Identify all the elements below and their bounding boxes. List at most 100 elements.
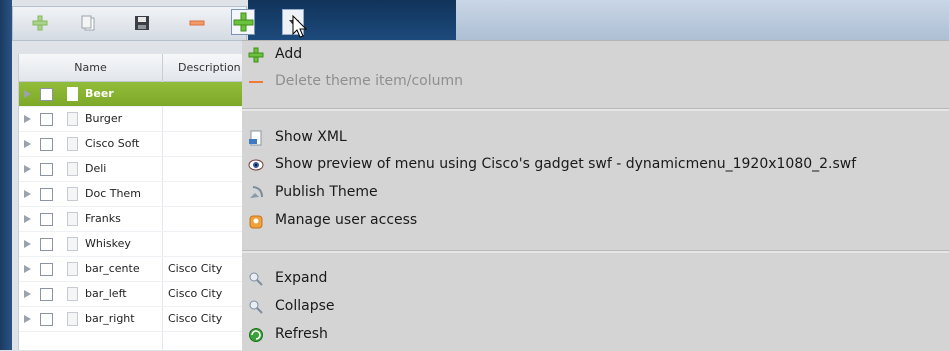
tree-row[interactable]: Doc Them bbox=[19, 182, 251, 207]
menu-item-label: Add bbox=[275, 46, 303, 62]
expand-arrow-icon[interactable] bbox=[24, 140, 31, 148]
window-frame bbox=[0, 0, 12, 350]
tree-row[interactable]: Deli bbox=[19, 157, 251, 182]
tree-row[interactable]: Beer bbox=[19, 82, 251, 107]
save-button[interactable] bbox=[133, 14, 151, 32]
row-name: Burger bbox=[85, 112, 123, 125]
menu-item-delete: Delete theme item/column bbox=[242, 68, 949, 94]
expand-arrow-icon[interactable] bbox=[24, 190, 31, 198]
menu-item-publish[interactable]: Publish Theme bbox=[242, 179, 949, 205]
menu-item-add[interactable]: Add bbox=[242, 41, 949, 67]
menu-item-label: Manage user access bbox=[275, 212, 418, 228]
menu-separator bbox=[242, 108, 949, 111]
mouse-cursor-icon bbox=[292, 15, 308, 38]
document-icon bbox=[67, 87, 78, 101]
menu-item-expand[interactable]: Expand bbox=[242, 265, 949, 291]
menu-item-manage-access[interactable]: Manage user access bbox=[242, 207, 949, 233]
document-icon bbox=[67, 187, 78, 201]
add-icon bbox=[248, 47, 264, 63]
add-dropdown-menu: Add Delete theme item/column Show XML Sh… bbox=[242, 40, 949, 351]
document-icon bbox=[67, 162, 78, 176]
grid-header: Name Description bbox=[19, 54, 251, 82]
menu-separator bbox=[242, 250, 949, 253]
expand-arrow-icon[interactable] bbox=[24, 240, 31, 248]
copy-icon bbox=[81, 15, 95, 31]
menu-item-label: Collapse bbox=[275, 298, 335, 314]
row-checkbox[interactable] bbox=[40, 113, 53, 126]
row-description: Cisco City bbox=[168, 287, 223, 300]
document-icon bbox=[67, 287, 78, 301]
document-icon bbox=[67, 212, 78, 226]
zoom-out-icon bbox=[249, 300, 263, 314]
row-checkbox[interactable] bbox=[40, 238, 53, 251]
row-name: bar_cente bbox=[85, 262, 140, 275]
tree-row[interactable]: Burger bbox=[19, 107, 251, 132]
menu-item-show-preview[interactable]: Show preview of menu using Cisco's gadge… bbox=[242, 151, 949, 177]
row-name: bar_right bbox=[85, 312, 135, 325]
row-checkbox[interactable] bbox=[40, 288, 53, 301]
row-name: bar_left bbox=[85, 287, 127, 300]
column-header-name[interactable]: Name bbox=[19, 54, 163, 81]
add-icon bbox=[233, 12, 254, 32]
expand-arrow-icon[interactable] bbox=[24, 115, 31, 123]
menu-item-label: Show XML bbox=[275, 129, 347, 145]
satellite-dish-icon bbox=[250, 186, 263, 198]
toolbar bbox=[12, 6, 247, 41]
copy-button[interactable] bbox=[79, 14, 97, 32]
delete-button[interactable] bbox=[188, 14, 206, 32]
expand-arrow-icon[interactable] bbox=[24, 165, 31, 173]
row-name: Doc Them bbox=[85, 187, 141, 200]
row-description: Cisco City bbox=[168, 312, 223, 325]
menu-item-label: Publish Theme bbox=[275, 184, 378, 200]
tree-row[interactable]: bar_left Cisco City bbox=[19, 282, 251, 307]
document-icon bbox=[67, 237, 78, 251]
user-lock-icon bbox=[249, 215, 263, 229]
expand-arrow-icon[interactable] bbox=[24, 265, 31, 273]
document-icon bbox=[67, 112, 78, 126]
expand-arrow-icon[interactable] bbox=[24, 315, 31, 323]
row-checkbox[interactable] bbox=[40, 263, 53, 276]
tree-row[interactable]: Franks bbox=[19, 207, 251, 232]
menu-item-label: Show preview of menu using Cisco's gadge… bbox=[275, 156, 857, 172]
menu-item-refresh[interactable]: Refresh bbox=[242, 321, 949, 347]
zoom-in-icon bbox=[249, 272, 263, 286]
document-icon bbox=[67, 137, 78, 151]
tree-row[interactable]: bar_right Cisco City bbox=[19, 307, 251, 332]
refresh-icon bbox=[249, 328, 263, 342]
row-name: Whiskey bbox=[85, 237, 131, 250]
add-icon bbox=[32, 15, 48, 31]
menu-item-label: Refresh bbox=[275, 326, 328, 342]
row-checkbox[interactable] bbox=[40, 213, 53, 226]
menu-item-label: Expand bbox=[275, 270, 328, 286]
theme-tree-grid: Name Description Beer Burger Cisco Soft … bbox=[18, 54, 251, 350]
tree-row[interactable]: Whiskey bbox=[19, 232, 251, 257]
row-description: Cisco City bbox=[168, 262, 223, 275]
expand-arrow-icon[interactable] bbox=[24, 290, 31, 298]
save-icon bbox=[135, 16, 149, 30]
eye-icon bbox=[248, 159, 264, 171]
expand-arrow-icon[interactable] bbox=[24, 215, 31, 223]
window-backdrop-right bbox=[456, 0, 949, 40]
menu-item-label: Delete theme item/column bbox=[275, 73, 464, 89]
row-checkbox[interactable] bbox=[40, 188, 53, 201]
menu-item-show-xml[interactable]: Show XML bbox=[242, 124, 949, 150]
document-icon bbox=[67, 312, 78, 326]
row-name: Deli bbox=[85, 162, 107, 175]
expand-arrow-icon[interactable] bbox=[24, 90, 31, 98]
tree-row[interactable]: Cisco Soft bbox=[19, 132, 251, 157]
row-checkbox[interactable] bbox=[40, 163, 53, 176]
add-split-button[interactable] bbox=[231, 9, 255, 35]
xml-document-icon bbox=[249, 130, 262, 146]
row-checkbox[interactable] bbox=[40, 138, 53, 151]
row-name: Franks bbox=[85, 212, 121, 225]
row-checkbox[interactable] bbox=[40, 88, 53, 101]
row-name: Cisco Soft bbox=[85, 137, 140, 150]
menu-item-collapse[interactable]: Collapse bbox=[242, 293, 949, 319]
document-icon bbox=[67, 262, 78, 276]
delete-icon bbox=[189, 20, 205, 26]
tree-row[interactable]: bar_cente Cisco City bbox=[19, 257, 251, 282]
row-name: Beer bbox=[85, 87, 114, 100]
delete-icon bbox=[249, 81, 263, 83]
row-checkbox[interactable] bbox=[40, 313, 53, 326]
add-button[interactable] bbox=[31, 14, 49, 32]
